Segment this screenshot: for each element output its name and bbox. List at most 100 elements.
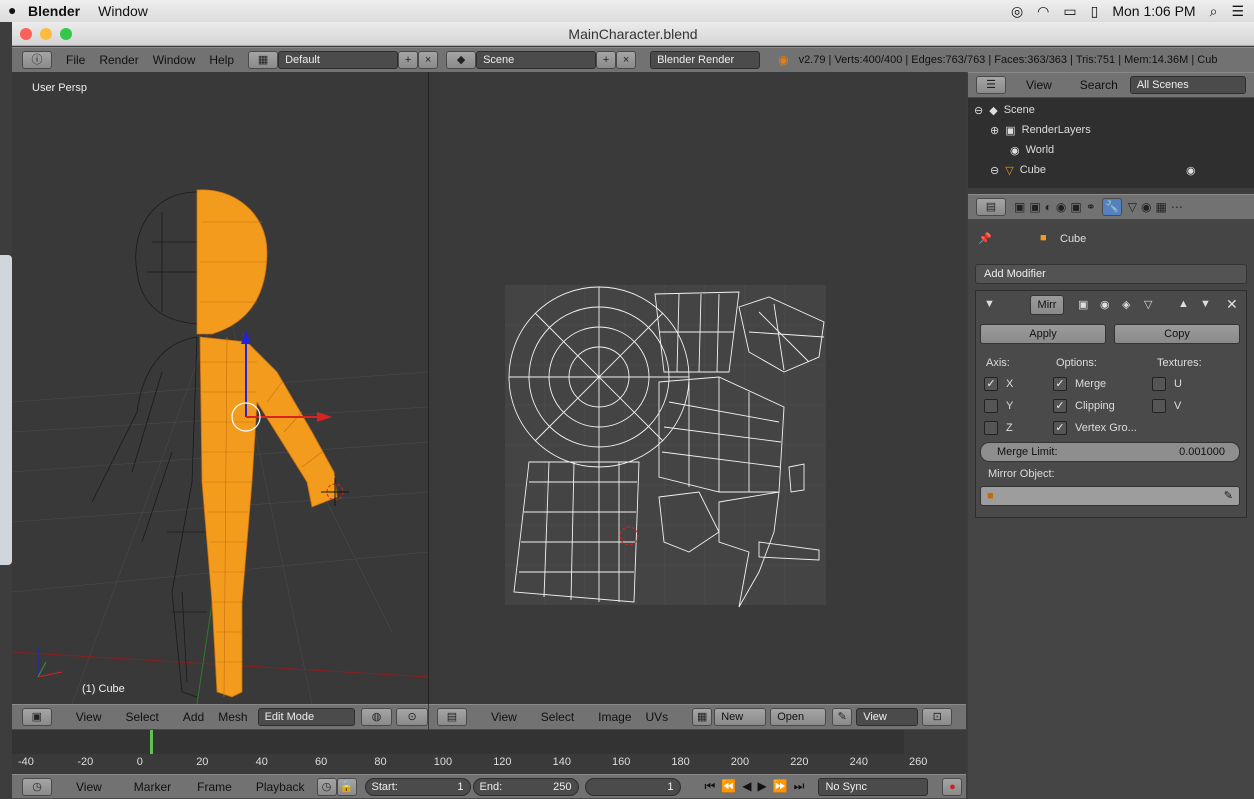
timeline[interactable]: -40 -20 0 20 40 60 80 100 120 140 160 180 200 220 240 2… (12, 730, 966, 774)
move-down-icon[interactable]: ▼ (1200, 298, 1211, 310)
3d-viewport[interactable]: User Persp (1) Cube (12, 72, 428, 704)
outliner[interactable]: ⊖ ◆ Scene ⊕ ▣ RenderLayers ◉ World ⊖ ▽ Cube ◉ (968, 98, 1254, 188)
current-frame-field[interactable]: 1 (584, 777, 681, 796)
pivot-icon[interactable]: ⊙ (396, 708, 428, 726)
axis-checkbox-x[interactable]: ✓ (984, 377, 998, 391)
record-icon[interactable]: ● (942, 777, 963, 796)
apple-icon[interactable]: ● (8, 2, 16, 18)
outliner-item-world[interactable]: ◉ World (968, 140, 1238, 160)
clock[interactable]: Mon 1:06 PM (1112, 3, 1195, 19)
textures-checkbox-v[interactable] (1152, 399, 1166, 413)
modifier-wrench-icon[interactable]: 🔧 (1101, 198, 1122, 216)
menu-render[interactable]: Render (99, 53, 138, 67)
current-frame-marker[interactable] (150, 730, 153, 754)
axis-checkbox-z[interactable] (984, 421, 998, 435)
outliner-menu-search[interactable]: Search (1080, 78, 1118, 92)
modifier-editmode-icon[interactable]: ◈ (1122, 298, 1130, 311)
properties-tabs-more[interactable]: ▽◉▦⋯ (1128, 200, 1187, 214)
3d-menu-mesh[interactable]: Mesh (218, 710, 247, 724)
remove-modifier-icon[interactable]: ✕ (1226, 296, 1238, 313)
image-browse-icon[interactable]: ▦ (692, 708, 713, 726)
character-mesh[interactable] (12, 72, 428, 704)
menu-help[interactable]: Help (209, 53, 234, 67)
pin-image-icon[interactable]: ✎ (832, 708, 853, 726)
remove-scene-icon[interactable]: × (616, 51, 637, 69)
copy-button[interactable]: Copy (1114, 324, 1240, 344)
3d-menu-view[interactable]: View (76, 710, 102, 724)
timeline-menu-playback[interactable]: Playback (256, 780, 305, 794)
scene-icon[interactable]: ◆ (446, 51, 477, 69)
modifier-name-field[interactable]: Mirr (1030, 295, 1064, 315)
uv-menu-image[interactable]: Image (598, 710, 631, 724)
timeline-menu-view[interactable]: View (76, 780, 102, 794)
3d-menu-select[interactable]: Select (126, 710, 159, 724)
airplay-icon[interactable]: ▭ (1063, 3, 1076, 20)
editor-type-3d-icon[interactable]: ▣ (22, 708, 52, 726)
notification-center-icon[interactable]: ☰ (1231, 3, 1244, 20)
3d-menu-add[interactable]: Add (183, 710, 204, 724)
outliner-filter-select[interactable]: All Scenes (1129, 76, 1246, 94)
timeline-menu-frame[interactable]: Frame (197, 780, 232, 794)
uv-image-editor[interactable] (429, 72, 966, 704)
editor-type-timeline-icon[interactable]: ◷ (22, 777, 52, 796)
add-layout-icon[interactable]: + (398, 51, 419, 69)
modifier-cage-icon[interactable]: ▽ (1144, 298, 1152, 311)
modifier-view-icon[interactable]: ◉ (1100, 298, 1110, 311)
options-checkbox-clipping[interactable]: ✓ (1053, 399, 1067, 413)
menu-file[interactable]: File (66, 53, 85, 67)
lock-icon[interactable]: 🔒 (336, 777, 357, 796)
new-image-button[interactable]: New (714, 708, 767, 726)
uv-pivot-icon[interactable]: ⊡ (922, 708, 953, 726)
collapse-modifier-icon[interactable]: ▼ (984, 298, 995, 310)
end-frame-field[interactable]: End: 250 (472, 777, 579, 796)
add-modifier-dropdown[interactable]: Add Modifier (975, 264, 1247, 284)
move-up-icon[interactable]: ▲ (1178, 298, 1189, 310)
playback-controls[interactable]: ⏮⏪◀▶⏩⏭ (705, 779, 811, 794)
scene-select[interactable]: Scene (476, 51, 597, 69)
apply-button[interactable]: Apply (980, 324, 1106, 344)
textures-checkbox-u[interactable] (1152, 377, 1166, 391)
outliner-item-cube[interactable]: ⊖ ▽ Cube ◉ (968, 160, 1238, 180)
app-name[interactable]: Blender (28, 3, 80, 19)
uv-menu-select[interactable]: Select (541, 710, 574, 724)
creative-cloud-icon[interactable]: ◎ (1011, 3, 1023, 20)
uv-menu-view[interactable]: View (491, 710, 517, 724)
layout-select[interactable]: Default (278, 51, 399, 69)
uv-menu-uvs[interactable]: UVs (646, 710, 669, 724)
menu-window[interactable]: Window (153, 53, 196, 67)
modifier-render-icon[interactable]: ▣ (1078, 298, 1088, 311)
mirror-object-field[interactable]: ■ ✎ (980, 486, 1240, 506)
spotlight-icon[interactable]: ⌕ (1210, 3, 1218, 20)
mode-select[interactable]: Edit Mode (257, 708, 355, 726)
merge-limit-field[interactable]: Merge Limit: 0.001000 (980, 442, 1240, 462)
outliner-item-renderlayers[interactable]: ⊕ ▣ RenderLayers (968, 120, 1238, 140)
outliner-menu-view[interactable]: View (1026, 78, 1052, 92)
options-checkbox-merge[interactable]: ✓ (1053, 377, 1067, 391)
editor-type-uv-icon[interactable]: ▤ (437, 708, 467, 726)
mac-menu-window[interactable]: Window (98, 3, 148, 19)
start-frame-field[interactable]: Start: 1 (364, 777, 471, 796)
visibility-eye-icon[interactable]: ◉ (1186, 164, 1196, 177)
info-editor-icon[interactable]: ⓘ (22, 51, 52, 69)
layout-icon[interactable]: ▦ (248, 51, 279, 69)
properties-editor-icon[interactable]: ▤ (976, 198, 1006, 216)
uv-view-mode-select[interactable]: View (856, 708, 919, 726)
battery-icon[interactable]: ▯ (1091, 3, 1099, 20)
timeline-menu-marker[interactable]: Marker (134, 780, 171, 794)
options-checkbox-vertex-gro-[interactable]: ✓ (1053, 421, 1067, 435)
pin-icon[interactable]: 📌 (978, 232, 992, 245)
outliner-editor-icon[interactable]: ☰ (976, 76, 1006, 94)
properties-tabs[interactable]: ▣▣◐◉▣⚭ (1014, 200, 1100, 214)
remove-layout-icon[interactable]: × (418, 51, 439, 69)
shading-icon[interactable]: ◍ (360, 708, 393, 726)
add-scene-icon[interactable]: + (596, 51, 617, 69)
preview-range-icon[interactable]: ◷ (316, 777, 337, 796)
axis-checkbox-y[interactable] (984, 399, 998, 413)
eyedropper-icon[interactable]: ✎ (1224, 487, 1233, 505)
open-image-button[interactable]: Open (770, 708, 827, 726)
uv-layout[interactable] (429, 72, 966, 704)
outliner-item-scene[interactable]: ⊖ ◆ Scene (968, 100, 1238, 120)
sync-mode-select[interactable]: No Sync (818, 777, 929, 796)
render-engine-select[interactable]: Blender Render (650, 51, 761, 69)
wifi-icon[interactable]: ◠ (1037, 3, 1049, 20)
